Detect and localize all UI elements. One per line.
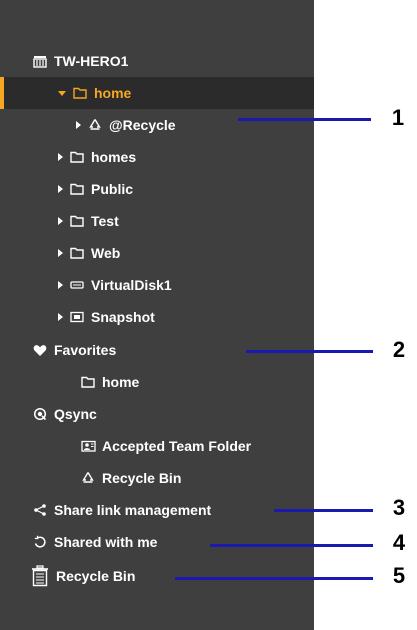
selection-indicator	[0, 77, 4, 109]
callout-line-2	[246, 350, 373, 353]
recycle-bin[interactable]: Recycle Bin	[0, 559, 314, 593]
snapshot-icon	[69, 309, 85, 325]
trash-icon	[30, 565, 50, 587]
recycle-icon	[80, 470, 96, 486]
nav-item-label: Share link management	[54, 502, 212, 518]
tree-item-public[interactable]: Public	[0, 173, 314, 205]
tree-item-homes[interactable]: homes	[0, 141, 314, 173]
callout-line-1	[238, 118, 371, 121]
section-label: Qsync	[54, 406, 97, 422]
tree-item-label: Public	[91, 181, 134, 197]
callout-number-2: 2	[392, 337, 406, 362]
folder-icon	[80, 374, 96, 390]
tree-item-label: Web	[91, 245, 121, 261]
section-label: Favorites	[54, 342, 117, 358]
expand-caret-icon[interactable]	[58, 313, 63, 321]
callout-line-5	[175, 577, 373, 580]
expand-caret-icon[interactable]	[58, 249, 63, 257]
qsync-item-recycle-bin[interactable]: Recycle Bin	[0, 462, 314, 494]
qsync-section[interactable]: Qsync	[0, 398, 314, 430]
callout-line-4	[210, 544, 373, 547]
expand-caret-icon[interactable]	[76, 121, 81, 129]
expand-caret-icon[interactable]	[58, 153, 63, 161]
tree-item-label: @Recycle	[109, 117, 176, 133]
expand-caret-icon[interactable]	[58, 185, 63, 193]
share-link-management[interactable]: Share link management	[0, 494, 314, 526]
shared-icon	[32, 534, 48, 550]
nav-item-label: Recycle Bin	[56, 568, 136, 584]
folder-icon	[69, 245, 85, 261]
disk-icon	[69, 277, 85, 293]
folder-icon	[69, 181, 85, 197]
nav-item-label: Shared with me	[54, 534, 158, 550]
list-item-label: Accepted Team Folder	[102, 438, 252, 454]
expand-caret-icon[interactable]	[58, 281, 63, 289]
sidebar: TW-HERO1 home @Recycle homes Public Test…	[0, 0, 314, 630]
folder-icon	[72, 85, 88, 101]
tree-item-home[interactable]: home	[0, 77, 314, 109]
expand-caret-icon[interactable]	[58, 217, 63, 225]
tree-item-virtualdisk1[interactable]: VirtualDisk1	[0, 269, 314, 301]
heart-icon	[32, 342, 48, 358]
tree-item-snapshot[interactable]: Snapshot	[0, 301, 314, 333]
tree-item-web[interactable]: Web	[0, 237, 314, 269]
folder-icon	[69, 213, 85, 229]
list-item-label: Recycle Bin	[102, 470, 182, 486]
shared-with-me[interactable]: Shared with me	[0, 526, 314, 558]
qsync-icon	[32, 406, 48, 422]
list-item-label: home	[102, 374, 140, 390]
callout-number-5: 5	[392, 563, 406, 588]
tree-item-label: home	[94, 85, 132, 101]
tree-item-tw-hero1[interactable]: TW-HERO1	[0, 45, 314, 77]
tree-item-label: homes	[91, 149, 137, 165]
recycle-icon	[87, 117, 103, 133]
tree-item-label: TW-HERO1	[54, 53, 129, 69]
tree-item-test[interactable]: Test	[0, 205, 314, 237]
folder-icon	[69, 149, 85, 165]
callout-number-3: 3	[392, 495, 406, 520]
server-icon	[32, 53, 48, 69]
team-folder-icon	[80, 438, 96, 454]
callout-number-4: 4	[392, 530, 406, 555]
tree-item-label: Test	[91, 213, 119, 229]
share-icon	[32, 502, 48, 518]
callout-line-3	[274, 509, 373, 512]
tree-item-label: Snapshot	[91, 309, 155, 325]
favorites-item-home[interactable]: home	[0, 366, 314, 398]
tree-item-label: VirtualDisk1	[91, 277, 172, 293]
callout-number-1: 1	[391, 105, 405, 130]
qsync-item-accepted-team-folder[interactable]: Accepted Team Folder	[0, 430, 314, 462]
tree-item-recycle[interactable]: @Recycle	[0, 109, 314, 141]
expand-caret-icon[interactable]	[58, 90, 66, 96]
